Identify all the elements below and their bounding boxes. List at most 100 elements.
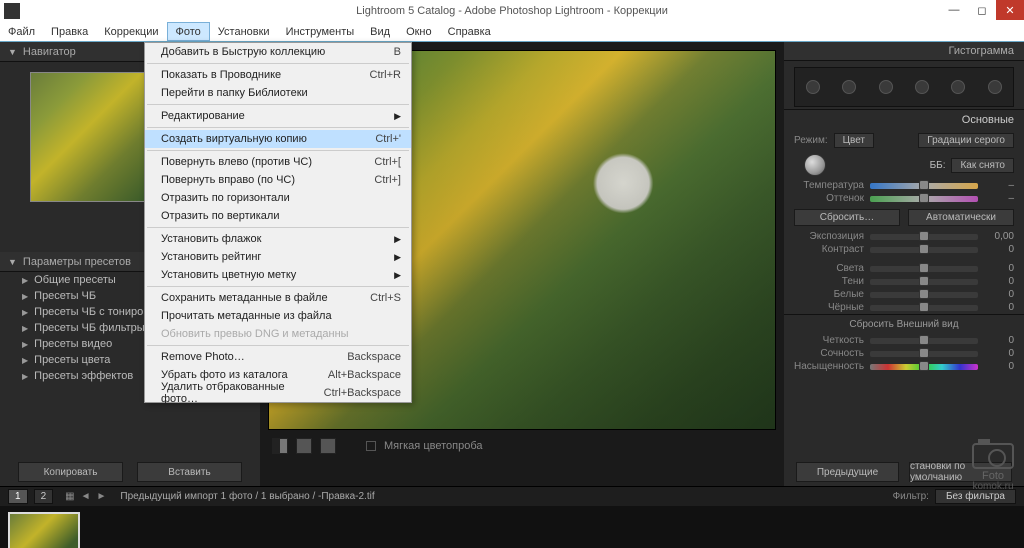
histogram-title[interactable]: Гистограмма — [784, 42, 1024, 61]
basic-panel-title[interactable]: Основные — [784, 109, 1024, 130]
tint-slider[interactable] — [870, 196, 978, 202]
close-button[interactable]: ✕ — [996, 0, 1024, 20]
vibrance-label: Сочность — [794, 348, 864, 359]
chevron-right-icon: ▶ — [394, 111, 401, 122]
tool-brush-icon[interactable] — [988, 80, 1002, 94]
paste-button[interactable]: Вставить — [137, 462, 242, 482]
temp-label: Температура — [794, 180, 864, 191]
softproof-checkbox[interactable] — [366, 441, 376, 451]
filmstrip-path: Предыдущий импорт 1 фото / 1 выбрано / -… — [120, 491, 374, 502]
shadows-slider[interactable] — [870, 279, 978, 285]
tone-reset-button[interactable]: Сбросить… — [794, 209, 900, 226]
menu-item-label: Показать в Проводнике — [161, 69, 281, 81]
menu-item-label: Сохранить метаданные в файле — [161, 292, 328, 304]
menu-item-label: Удалить отбракованные фото… — [161, 381, 324, 405]
menu-item-label: Создать виртуальную копию — [161, 133, 307, 145]
tool-crop-icon[interactable] — [806, 80, 820, 94]
app-icon — [4, 3, 20, 19]
view-mode-loupe-icon[interactable] — [272, 438, 288, 454]
menu-файл[interactable]: Файл — [0, 22, 43, 41]
clarity-slider[interactable] — [870, 338, 978, 344]
view-mode-before-after-icon[interactable] — [296, 438, 312, 454]
preset-folder-label: Пресеты ЧБ фильтры — [34, 322, 145, 334]
treatment-color[interactable]: Цвет — [834, 133, 874, 148]
maximize-button[interactable]: ◻ — [968, 0, 996, 20]
menu-item[interactable]: Создать виртуальную копиюCtrl+' — [145, 130, 411, 148]
menu-окно[interactable]: Окно — [398, 22, 440, 41]
tool-radial-icon[interactable] — [951, 80, 965, 94]
menu-item[interactable]: Добавить в Быструю коллекциюB — [145, 43, 411, 61]
blacks-value: 0 — [984, 302, 1014, 313]
grid-icon[interactable]: ▦ — [65, 491, 74, 502]
chevron-right-icon: ▶ — [22, 372, 28, 381]
highlights-slider[interactable] — [870, 266, 978, 272]
menu-item-label: Редактирование — [161, 110, 245, 122]
shadows-label: Тени — [794, 276, 864, 287]
menu-item-shortcut: Ctrl+S — [370, 292, 401, 304]
filmstrip-info-bar: 1 2 ▦ ◄ ► Предыдущий импорт 1 фото / 1 в… — [0, 486, 1024, 506]
menu-фото[interactable]: Фото — [167, 22, 210, 41]
menu-справка[interactable]: Справка — [440, 22, 499, 41]
menu-item[interactable]: Повернуть вправо (по ЧС)Ctrl+] — [145, 171, 411, 189]
contrast-slider[interactable] — [870, 247, 978, 253]
presets-title: Параметры пресетов — [23, 256, 131, 268]
menu-item[interactable]: Установить цветную метку▶ — [145, 266, 411, 284]
minimize-button[interactable]: — — [940, 0, 968, 20]
temp-slider[interactable] — [870, 183, 978, 189]
menu-item-label: Отразить по вертикали — [161, 210, 279, 222]
tool-spot-icon[interactable] — [842, 80, 856, 94]
chevron-right-icon: ▶ — [22, 340, 28, 349]
exposure-label: Экспозиция — [794, 231, 864, 242]
chevron-right-icon: ▶ — [22, 292, 28, 301]
menu-item[interactable]: Перейти в папку Библиотеки — [145, 84, 411, 102]
menu-item[interactable]: Установить рейтинг▶ — [145, 248, 411, 266]
menu-правка[interactable]: Правка — [43, 22, 96, 41]
presence-title: Сбросить Внешний вид — [784, 314, 1024, 334]
clarity-label: Четкость — [794, 335, 864, 346]
window-titlebar: Lightroom 5 Catalog - Adobe Photoshop Li… — [0, 0, 1024, 22]
menu-item[interactable]: Установить флажок▶ — [145, 230, 411, 248]
menu-item[interactable]: Удалить отбракованные фото…Ctrl+Backspac… — [145, 384, 411, 402]
preset-folder-label: Пресеты ЧБ — [34, 290, 96, 302]
menu-item[interactable]: Показать в Проводнике Ctrl+R — [145, 66, 411, 84]
copy-button[interactable]: Копировать — [18, 462, 123, 482]
chevron-right-icon: ▶ — [394, 252, 401, 263]
vibrance-slider[interactable] — [870, 351, 978, 357]
menu-item[interactable]: Прочитать метаданные из файла — [145, 307, 411, 325]
view-mode-compare-icon[interactable] — [320, 438, 336, 454]
watermark: Foto komok.ru — [972, 443, 1014, 492]
menu-вид[interactable]: Вид — [362, 22, 398, 41]
menu-коррекции[interactable]: Коррекции — [96, 22, 166, 41]
exposure-slider[interactable] — [870, 234, 978, 240]
menu-item-shortcut: Ctrl+R — [370, 69, 401, 81]
monitor-1-badge[interactable]: 1 — [8, 489, 28, 504]
previous-button[interactable]: Предыдущие — [796, 462, 899, 482]
saturation-value: 0 — [984, 361, 1014, 372]
menu-item-shortcut: Ctrl+] — [374, 174, 401, 186]
menu-установки[interactable]: Установки — [210, 22, 278, 41]
tone-auto-button[interactable]: Автоматически — [908, 209, 1014, 226]
preset-folder-label: Пресеты эффектов — [34, 370, 133, 382]
tool-gradient-icon[interactable] — [915, 80, 929, 94]
menu-item[interactable]: Редактирование ▶ — [145, 107, 411, 125]
menu-item[interactable]: Remove Photo…Backspace — [145, 348, 411, 366]
wb-preset-dropdown[interactable]: Как снято — [951, 158, 1014, 173]
tool-redeye-icon[interactable] — [879, 80, 893, 94]
filmstrip-thumb[interactable] — [8, 512, 80, 548]
menu-item[interactable]: Отразить по вертикали — [145, 207, 411, 225]
chevron-right-icon: ▶ — [394, 270, 401, 281]
menu-инструменты[interactable]: Инструменты — [278, 22, 363, 41]
nav-fwd-icon[interactable]: ► — [96, 491, 106, 502]
menu-item[interactable]: Сохранить метаданные в файле Ctrl+S — [145, 289, 411, 307]
menu-item-shortcut: Alt+Backspace — [328, 369, 401, 381]
preset-folder-label: Пресеты цвета — [34, 354, 110, 366]
nav-back-icon[interactable]: ◄ — [81, 491, 91, 502]
menu-item[interactable]: Отразить по горизонтали — [145, 189, 411, 207]
menu-item[interactable]: Повернуть влево (против ЧС)Ctrl+[ — [145, 153, 411, 171]
whites-slider[interactable] — [870, 292, 978, 298]
wb-eyedropper-icon[interactable] — [804, 154, 826, 176]
blacks-slider[interactable] — [870, 305, 978, 311]
monitor-2-badge[interactable]: 2 — [34, 489, 54, 504]
saturation-slider[interactable] — [870, 364, 978, 370]
treatment-gray[interactable]: Градации серого — [918, 133, 1014, 148]
